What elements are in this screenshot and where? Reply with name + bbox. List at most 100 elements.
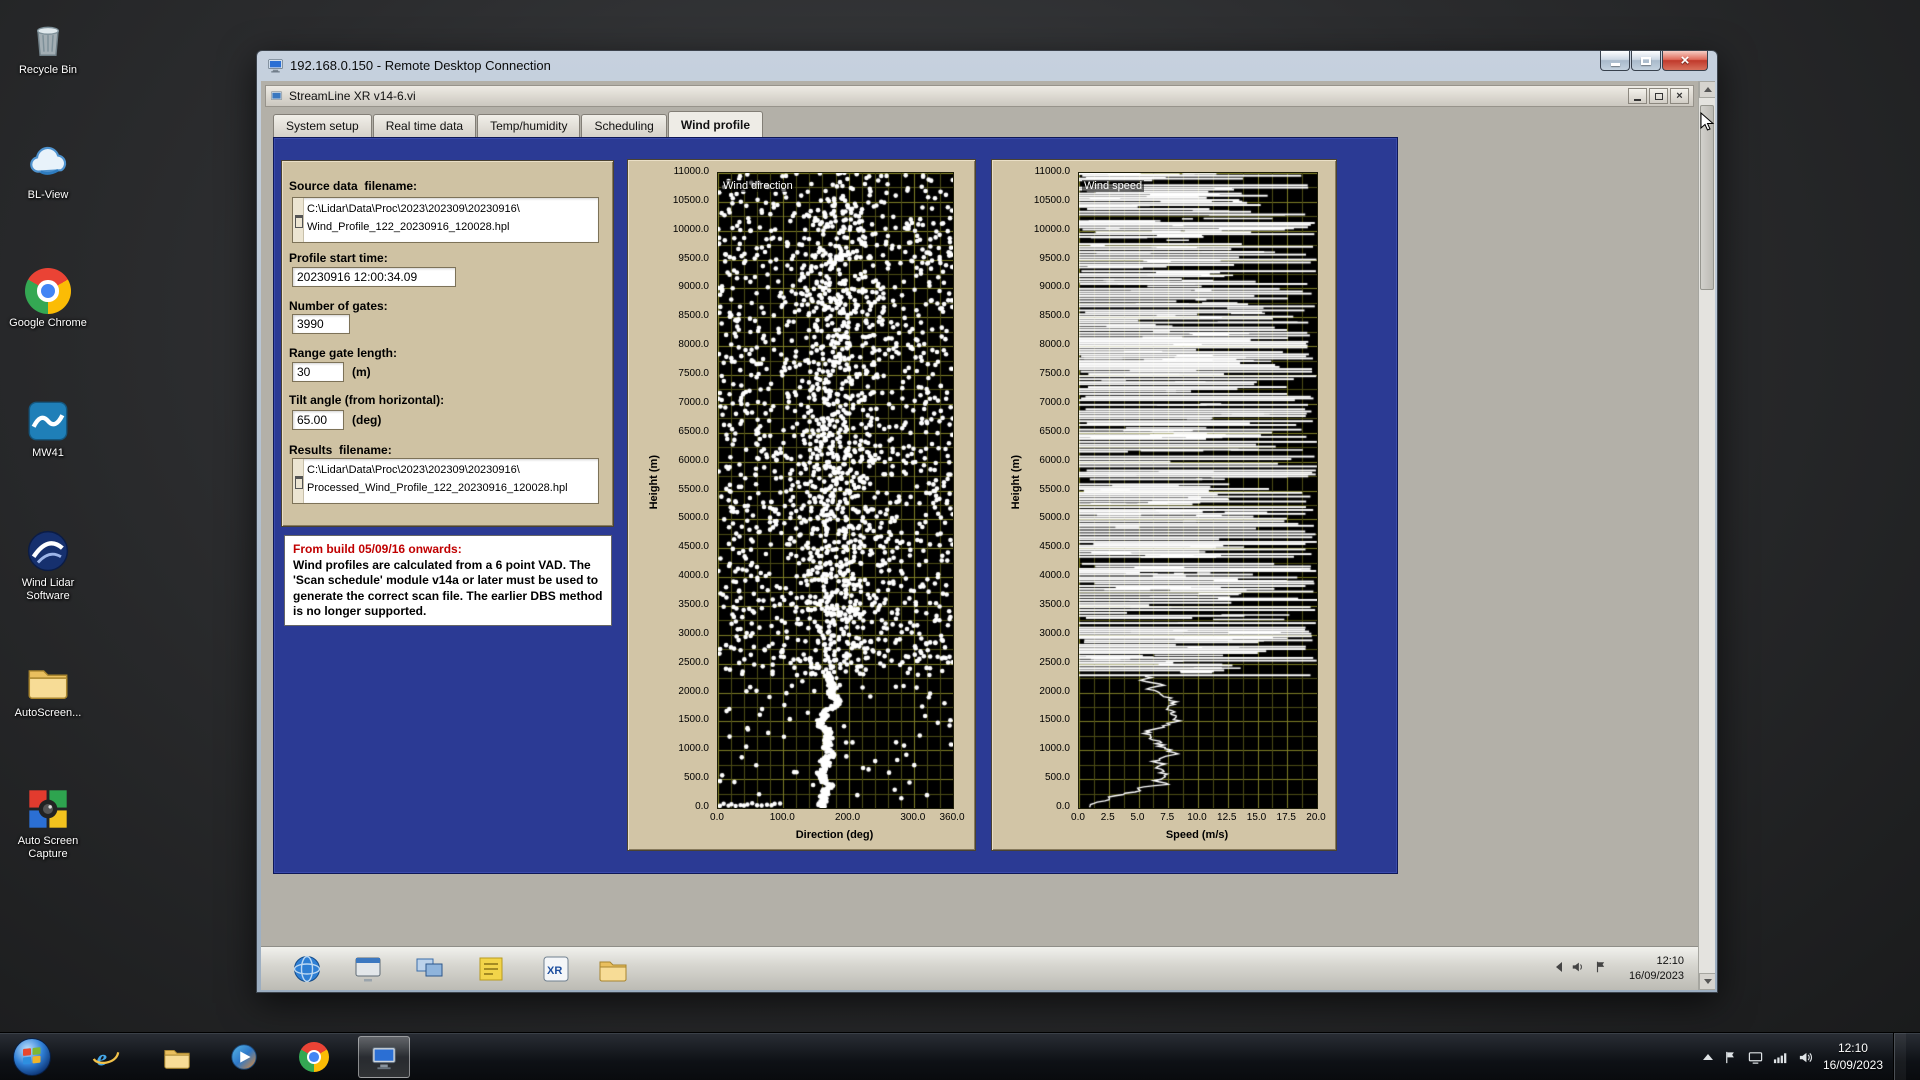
y-tick-label: 9000.0 <box>678 281 709 293</box>
taskbar-remote-desktop[interactable] <box>358 1036 410 1078</box>
wind-direction-graph: Height (m) 0.0 500.0 1000.0 1500.0 2000.0 250… <box>627 159 976 851</box>
tab-wind-profile[interactable]: Wind profile <box>667 111 764 137</box>
profile-start-time-field[interactable]: 20230916 12:00:34.09 <box>292 267 456 287</box>
scroll-up-button[interactable] <box>1699 81 1715 98</box>
session-time: 12:10 <box>1656 955 1684 967</box>
tray-expand-icon[interactable] <box>1702 1054 1713 1060</box>
minimize-button[interactable] <box>1600 51 1630 71</box>
session-clock[interactable]: 12:10 16/09/2023 <box>1629 954 1684 984</box>
results-filename-field[interactable]: C:\Lidar\Data\Proc\2023\202309\20230916\… <box>292 458 599 504</box>
x-tick-label: 5.0 <box>1130 812 1145 823</box>
cloud-icon <box>25 140 71 186</box>
svg-text:XR: XR <box>547 965 562 977</box>
tab-strip: System setup Real time data Temp/humidit… <box>273 111 764 137</box>
y-tick-label: 5500.0 <box>1039 483 1070 495</box>
x-tick-label: 200.0 <box>835 812 861 823</box>
plot-legend: Wind speed <box>1082 180 1145 192</box>
desktop: { "desktop": { "icons": [ {"name":"recyc… <box>0 0 1920 1080</box>
x-tick-label: 360.0 <box>939 812 965 823</box>
taskbar-explorer[interactable] <box>155 1035 199 1079</box>
desktop-icon-wind-lidar[interactable]: Wind Lidar Software <box>4 528 92 602</box>
flag-icon[interactable] <box>1594 960 1608 974</box>
y-tick-label: 2500.0 <box>1039 656 1070 668</box>
desktop-icon-google-chrome[interactable]: Google Chrome <box>4 268 92 330</box>
app-title-bar[interactable]: StreamLine XR v14-6.vi × <box>265 85 1694 107</box>
x-axis-ticks: 0.0 100.0 200.0 300.0 360.0 <box>710 812 964 825</box>
x-tick-label: 10.0 <box>1187 812 1207 823</box>
recycle-bin-icon <box>25 15 71 61</box>
tab-scheduling[interactable]: Scheduling <box>581 114 667 137</box>
display-icon[interactable] <box>1748 1050 1763 1065</box>
x-tick-label: 0.0 <box>1071 812 1085 823</box>
range-gate-length-field[interactable]: 30 <box>292 362 344 382</box>
remote-session: StreamLine XR v14-6.vi × System setup Re… <box>261 81 1698 990</box>
wind-lidar-icon <box>25 528 71 574</box>
network-icon[interactable] <box>1773 1050 1788 1065</box>
rdp-vertical-scrollbar[interactable] <box>1698 81 1715 990</box>
scrollbar-thumb[interactable] <box>1700 105 1714 290</box>
app-window-controls: × <box>1628 88 1689 104</box>
y-tick-label: 1000.0 <box>1039 743 1070 755</box>
y-tick-label: 6000.0 <box>678 454 709 466</box>
taskbar: e 12:10 16/09/2023 <box>0 1032 1920 1080</box>
volume-icon[interactable] <box>1571 960 1585 974</box>
x-tick-label: 0.0 <box>710 812 724 823</box>
tab-temp-humidity[interactable]: Temp/humidity <box>477 114 581 137</box>
close-button[interactable]: × <box>1662 51 1708 71</box>
build-notice: From build 05/09/16 onwards: Wind profil… <box>284 535 612 627</box>
scroll-down-button[interactable] <box>1699 973 1715 990</box>
y-tick-label: 5000.0 <box>678 512 709 524</box>
mouse-cursor <box>1698 111 1718 132</box>
y-tick-label: 7000.0 <box>1039 396 1070 408</box>
session-date: 16/09/2023 <box>1628 969 1684 982</box>
y-tick-label: 1000.0 <box>678 743 709 755</box>
rdp-title-bar[interactable]: 192.168.0.150 - Remote Desktop Connectio… <box>257 51 1717 81</box>
desktop-icon-recycle-bin[interactable]: Recycle Bin <box>4 15 92 77</box>
number-of-gates-field[interactable]: 3990 <box>292 314 350 334</box>
session-taskbar-folder[interactable] <box>597 953 629 985</box>
desktop-icon-label: Wind Lidar Software <box>21 577 75 602</box>
maximize-button[interactable] <box>1631 51 1661 71</box>
y-tick-label: 10500.0 <box>1033 194 1070 206</box>
taskbar-clock[interactable]: 12:10 16/09/2023 <box>1823 1040 1883 1075</box>
x-tick-label: 7.5 <box>1160 812 1175 823</box>
tray-expand-icon[interactable] <box>1556 962 1562 972</box>
session-taskbar-app[interactable] <box>352 953 384 985</box>
y-tick-label: 4500.0 <box>678 541 709 553</box>
start-button[interactable] <box>12 1037 52 1077</box>
show-desktop-button[interactable] <box>1893 1033 1906 1080</box>
tilt-angle-field[interactable]: 65.00 <box>292 410 344 430</box>
session-taskbar: XR 12:10 16/09/2023 <box>261 946 1698 990</box>
path-type-glyph <box>293 198 304 242</box>
app-close-button[interactable]: × <box>1670 88 1689 104</box>
app-minimize-button[interactable] <box>1628 88 1647 104</box>
session-tray <box>1556 960 1608 974</box>
tab-system-setup[interactable]: System setup <box>273 114 372 137</box>
app-maximize-button[interactable] <box>1649 88 1668 104</box>
taskbar-chrome[interactable] <box>292 1035 336 1079</box>
desktop-icon-autoscreen[interactable]: AutoScreen... <box>4 658 92 720</box>
desktop-icon-label: Recycle Bin <box>18 64 78 76</box>
x-tick-label: 300.0 <box>900 812 926 823</box>
action-center-flag-icon[interactable] <box>1723 1050 1738 1065</box>
session-taskbar-browser[interactable] <box>291 953 323 985</box>
up-arrow-icon <box>1703 87 1712 92</box>
x-tick-label: 17.5 <box>1276 812 1296 823</box>
session-taskbar-streamline[interactable]: XR <box>540 953 572 985</box>
taskbar-internet-explorer[interactable]: e <box>84 1035 128 1079</box>
y-tick-label: 6000.0 <box>1039 454 1070 466</box>
y-tick-label: 10000.0 <box>672 223 709 235</box>
desktop-icon-mw41[interactable]: MW41 <box>4 398 92 460</box>
y-tick-label: 2000.0 <box>678 685 709 697</box>
session-taskbar-notes[interactable] <box>475 953 507 985</box>
taskbar-media-player[interactable] <box>222 1035 266 1079</box>
source-filename-field[interactable]: C:\Lidar\Data\Proc\2023\202309\20230916\… <box>292 197 599 243</box>
notice-body: Wind profiles are calculated from a 6 po… <box>293 558 603 619</box>
session-taskbar-computers[interactable] <box>414 953 446 985</box>
volume-icon[interactable] <box>1798 1050 1813 1065</box>
desktop-icon-bl-view[interactable]: BL-View <box>4 140 92 202</box>
desktop-icon-auto-screen-capture[interactable]: Auto Screen Capture <box>4 786 92 860</box>
minimize-icon <box>1610 62 1620 66</box>
tab-real-time-data[interactable]: Real time data <box>372 114 477 137</box>
rdp-window-title: 192.168.0.150 - Remote Desktop Connectio… <box>290 58 551 73</box>
